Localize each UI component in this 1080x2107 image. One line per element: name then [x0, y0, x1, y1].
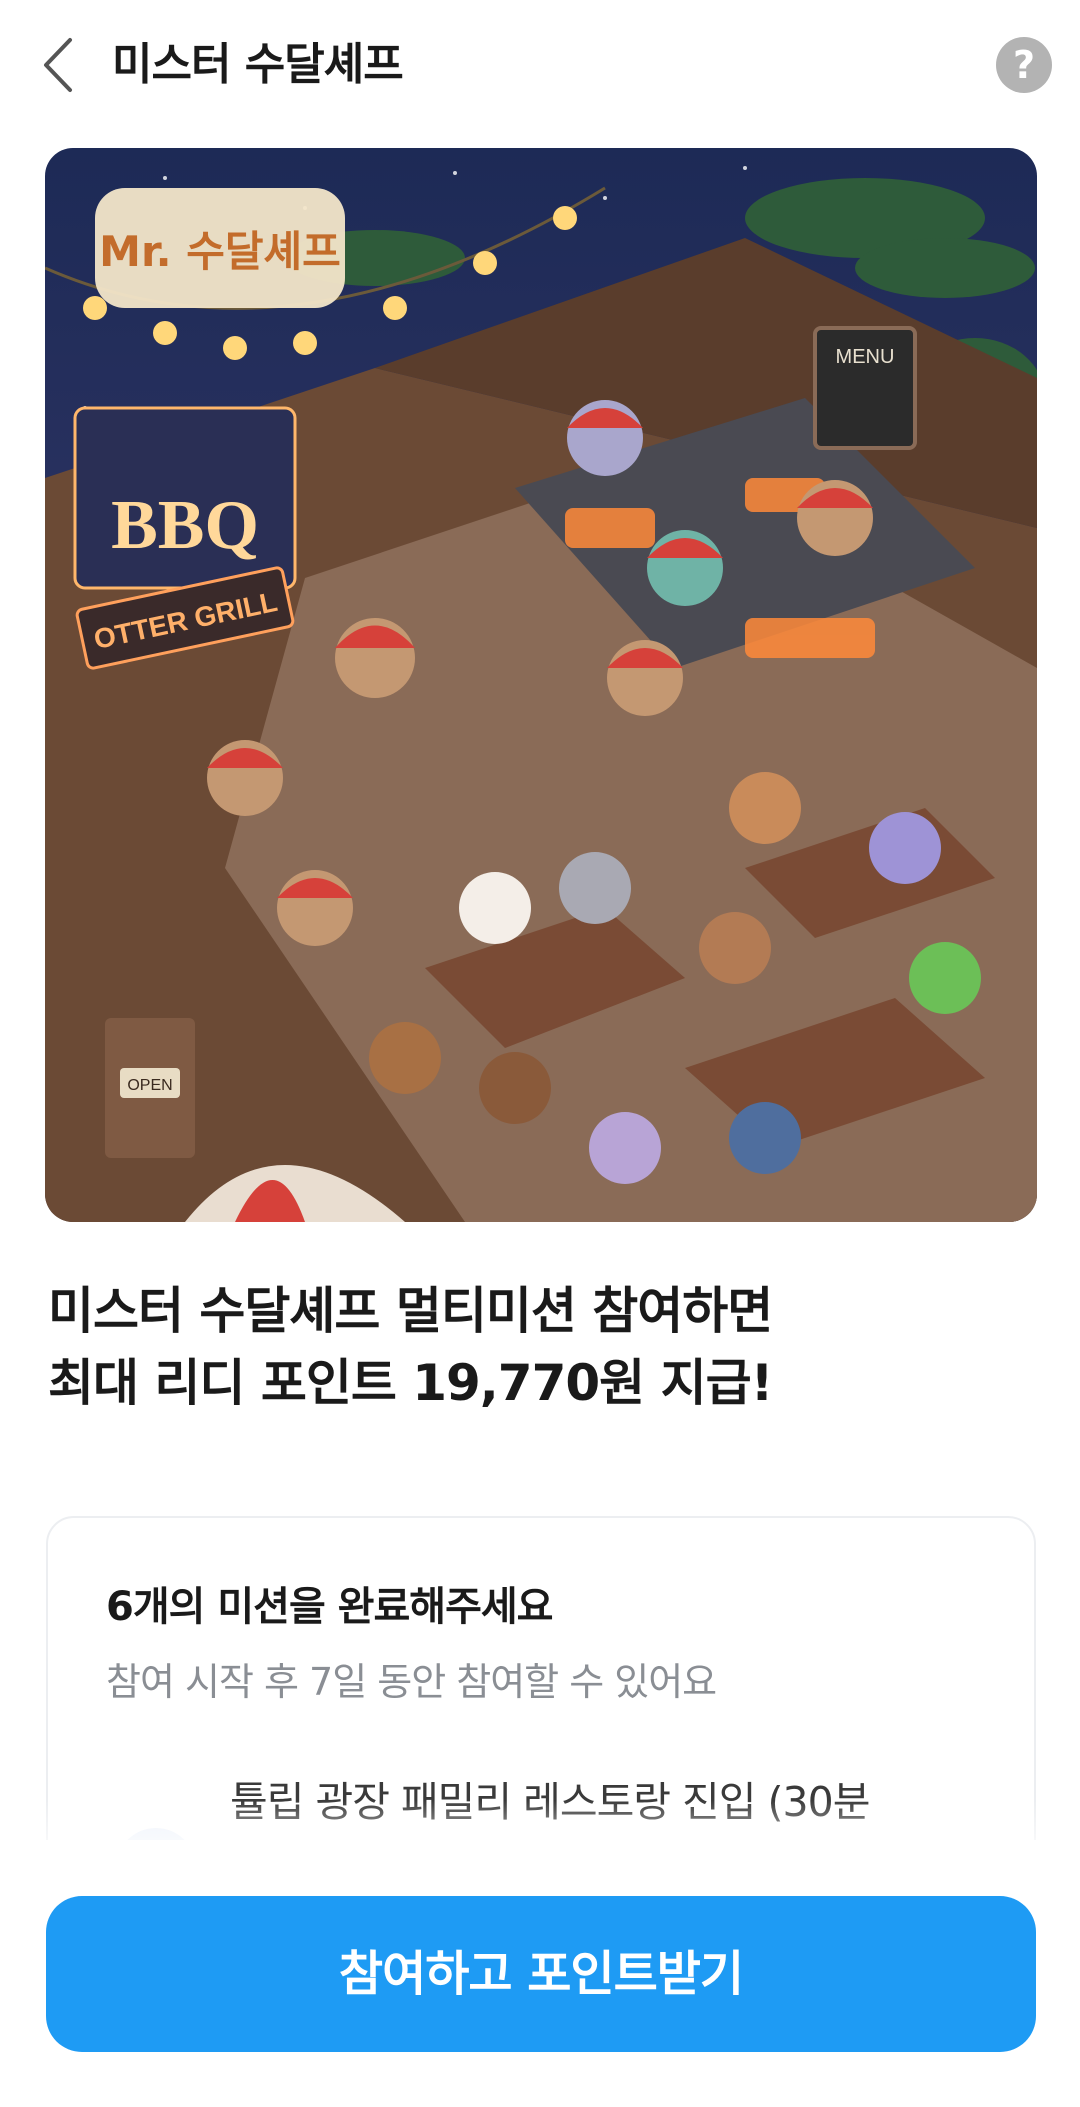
back-button[interactable]	[36, 30, 86, 100]
participate-button[interactable]: 참여하고 포인트받기	[46, 1896, 1036, 2052]
headline-line-2: 최대 리디 포인트 19,770원 지급!	[48, 1354, 773, 1412]
app-header: 미스터 수달셰프 ?	[0, 0, 1080, 130]
promo-banner-image: BBQ OTTER GRILL MENU OPEN Mr. 수달셰프	[45, 148, 1037, 1222]
bbq-sign: BBQ	[111, 487, 259, 564]
open-sign: OPEN	[127, 1077, 172, 1094]
headline-line-1: 미스터 수달셰프 멀티미션 참여하면	[48, 1282, 773, 1340]
page-title: 미스터 수달셰프	[112, 39, 404, 90]
mission-card-title: 6개의 미션을 완료해주세요	[106, 1584, 553, 1630]
menu-board: MENU	[836, 346, 895, 368]
help-icon: ?	[1012, 43, 1036, 87]
help-button[interactable]: ?	[996, 37, 1052, 93]
mission-card-subtitle: 참여 시작 후 7일 동안 참여할 수 있어요	[106, 1660, 717, 1704]
chevron-left-icon	[44, 38, 72, 92]
banner-logo: Mr. 수달셰프	[99, 227, 341, 276]
promo-headline: 미스터 수달셰프 멀티미션 참여하면 최대 리디 포인트 19,770원 지급!	[48, 1275, 1038, 1419]
